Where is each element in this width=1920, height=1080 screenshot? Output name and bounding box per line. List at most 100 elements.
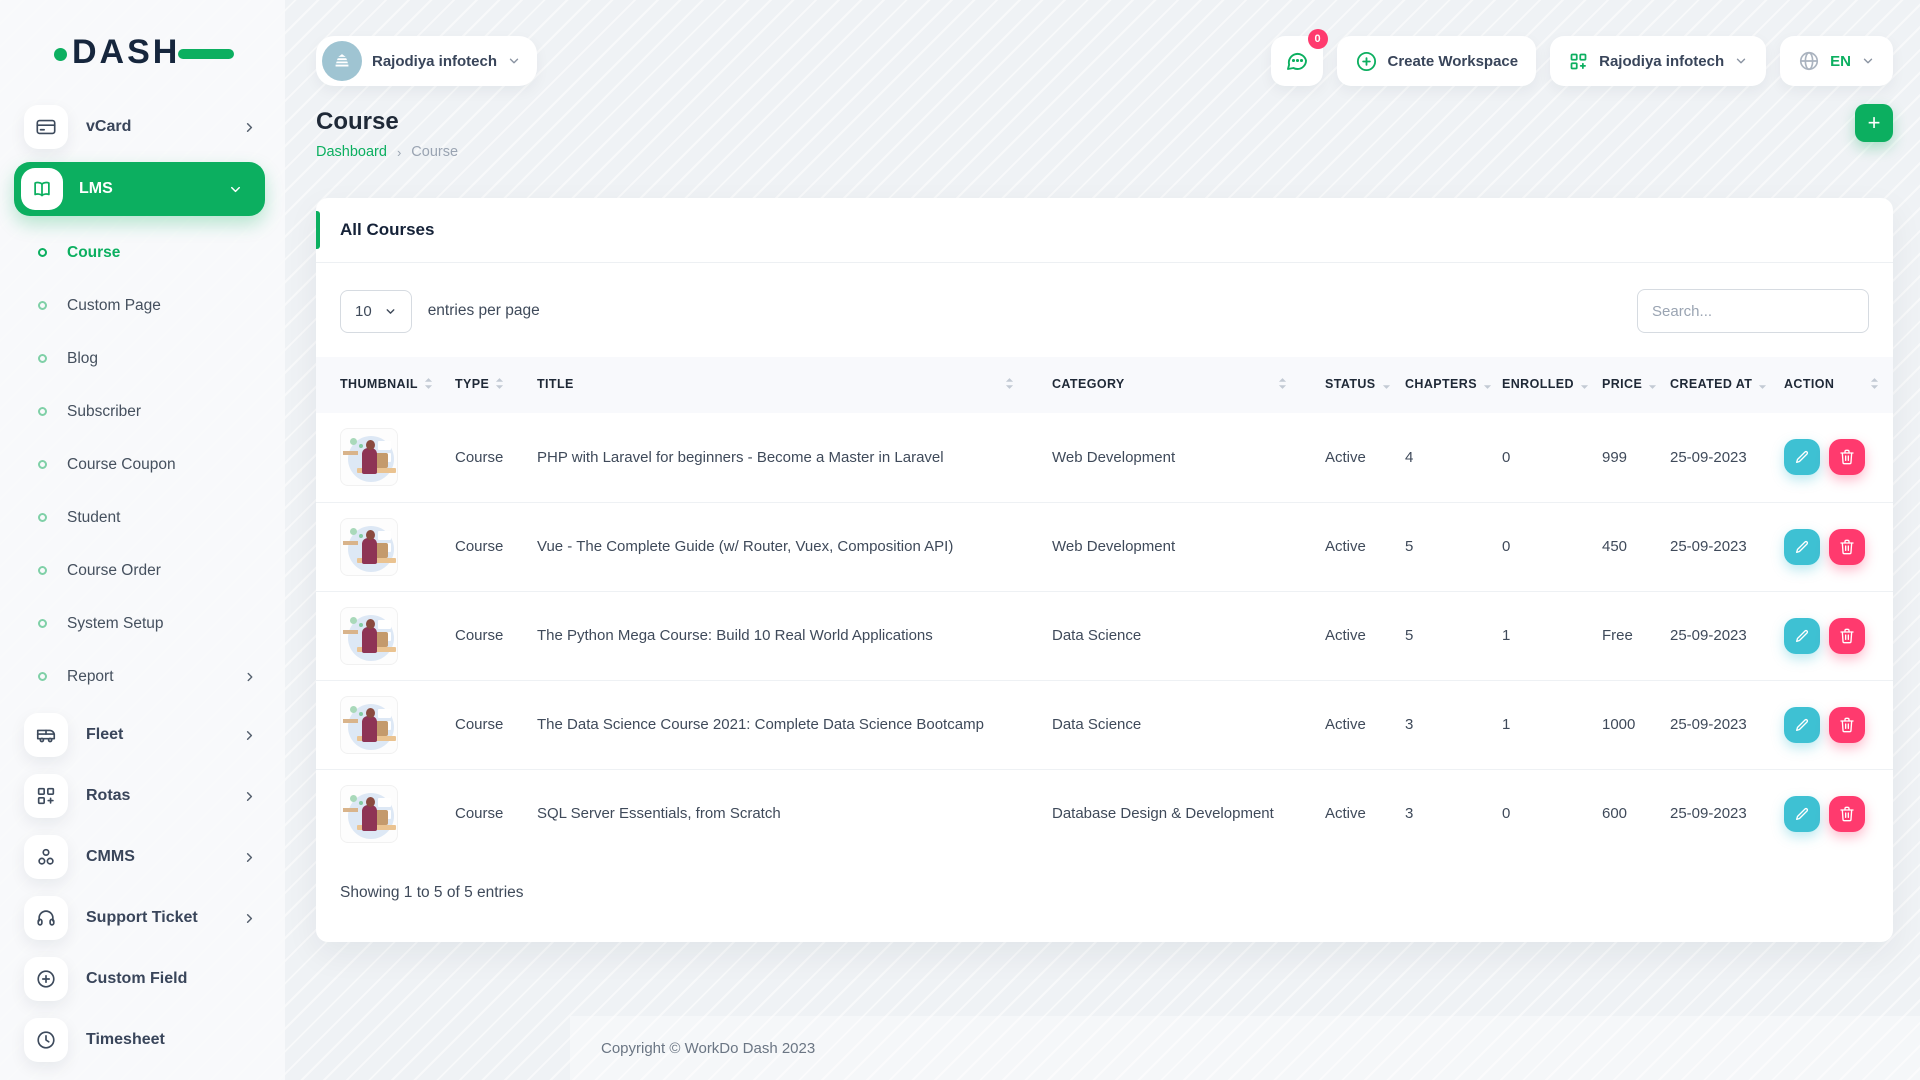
plus-circle-icon bbox=[1355, 50, 1378, 73]
sidebar-item-custom-page[interactable]: Custom Page bbox=[0, 279, 285, 332]
submenu-label: Course Coupon bbox=[67, 456, 257, 474]
delete-button[interactable] bbox=[1829, 707, 1865, 743]
sort-icon bbox=[1580, 377, 1589, 393]
sidebar-item-blog[interactable]: Blog bbox=[0, 332, 285, 385]
dash-logo[interactable]: DASH bbox=[58, 30, 228, 74]
col-type[interactable]: TYPE bbox=[431, 357, 513, 413]
sort-icon bbox=[1005, 377, 1014, 393]
col-created-at[interactable]: CREATED AT bbox=[1646, 357, 1760, 413]
cell-type: Course bbox=[431, 680, 513, 769]
sidebar-item-course-coupon[interactable]: Course Coupon bbox=[0, 438, 285, 491]
cell-category: Web Development bbox=[1028, 502, 1301, 591]
card-title: All Courses bbox=[340, 220, 434, 239]
delete-button[interactable] bbox=[1829, 439, 1865, 475]
sidebar-item-support-ticket[interactable]: Support Ticket bbox=[0, 896, 285, 940]
sort-icon bbox=[424, 377, 433, 393]
delete-button[interactable] bbox=[1829, 796, 1865, 832]
cell-enrolled: 0 bbox=[1478, 413, 1578, 502]
sidebar-item-course[interactable]: Course bbox=[0, 226, 285, 279]
sidebar-item-subscriber[interactable]: Subscriber bbox=[0, 385, 285, 438]
cell-price: 999 bbox=[1578, 413, 1646, 502]
sidebar-item-lms[interactable]: LMS bbox=[14, 162, 265, 216]
delete-button[interactable] bbox=[1829, 529, 1865, 565]
sidebar-item-report[interactable]: Report bbox=[0, 650, 285, 703]
sort-icon bbox=[495, 377, 504, 393]
sidebar-item-timesheet[interactable]: Timesheet bbox=[0, 1018, 285, 1062]
cell-created-at: 25-09-2023 bbox=[1646, 591, 1760, 680]
sort-icon bbox=[1758, 377, 1767, 393]
col-title[interactable]: TITLE bbox=[513, 357, 1028, 413]
col-status[interactable]: STATUS bbox=[1301, 357, 1381, 413]
table-row: Course PHP with Laravel for beginners - … bbox=[316, 413, 1893, 502]
sidebar-item-label: Fleet bbox=[86, 726, 224, 744]
course-thumbnail bbox=[340, 518, 398, 576]
cell-title: The Data Science Course 2021: Complete D… bbox=[513, 680, 1028, 769]
submenu-label: System Setup bbox=[67, 615, 257, 633]
breadcrumb-dashboard-link[interactable]: Dashboard bbox=[316, 144, 387, 160]
language-code: EN bbox=[1830, 53, 1851, 70]
cell-title: Vue - The Complete Guide (w/ Router, Vue… bbox=[513, 502, 1028, 591]
course-thumbnail bbox=[340, 607, 398, 665]
entries-per-page-label: entries per page bbox=[428, 302, 540, 320]
edit-button[interactable] bbox=[1784, 529, 1820, 565]
table-controls: 10 entries per page bbox=[316, 263, 1893, 357]
lms-submenu: Course Custom Page Blog Subscriber Cours… bbox=[0, 226, 285, 703]
col-enrolled[interactable]: ENROLLED bbox=[1478, 357, 1578, 413]
add-course-button[interactable]: + bbox=[1855, 104, 1893, 142]
sort-icon bbox=[1870, 377, 1879, 393]
sidebar-item-student[interactable]: Student bbox=[0, 491, 285, 544]
chevron-down-icon bbox=[384, 305, 397, 318]
breadcrumb: Dashboard › Course bbox=[316, 144, 458, 160]
col-thumbnail[interactable]: THUMBNAIL bbox=[316, 357, 431, 413]
table-row: Course The Data Science Course 2021: Com… bbox=[316, 680, 1893, 769]
bullet-icon bbox=[38, 672, 47, 681]
cell-created-at: 25-09-2023 bbox=[1646, 502, 1760, 591]
course-thumbnail bbox=[340, 428, 398, 486]
table-row: Course SQL Server Essentials, from Scrat… bbox=[316, 769, 1893, 858]
topbar-actions: 0 Create Workspace Rajodiya infotech bbox=[1271, 36, 1894, 86]
sidebar-item-course-order[interactable]: Course Order bbox=[0, 544, 285, 597]
messages-button[interactable]: 0 bbox=[1271, 36, 1323, 86]
edit-button[interactable] bbox=[1784, 796, 1820, 832]
sidebar-item-vcard[interactable]: vCard bbox=[0, 100, 285, 154]
edit-button[interactable] bbox=[1784, 707, 1820, 743]
sidebar-item-label: Rotas bbox=[86, 787, 224, 805]
sidebar-item-rotas[interactable]: Rotas bbox=[0, 774, 285, 818]
sidebar-item-custom-field[interactable]: Custom Field bbox=[0, 957, 285, 1001]
sidebar: DASH vCard LMS Course Custom Page bbox=[0, 0, 285, 1080]
page-header: Course Dashboard › Course + bbox=[285, 86, 1920, 160]
page-size-value: 10 bbox=[355, 303, 372, 320]
sidebar-item-system-setup[interactable]: System Setup bbox=[0, 597, 285, 650]
topbar: Rajodiya infotech 0 Create Workspace bbox=[285, 0, 1920, 86]
course-thumbnail bbox=[340, 785, 398, 843]
delete-button[interactable] bbox=[1829, 618, 1865, 654]
col-action[interactable]: ACTION bbox=[1760, 357, 1893, 413]
workspace-selector[interactable]: Rajodiya infotech bbox=[316, 36, 537, 86]
logo-text: DASH bbox=[58, 33, 180, 71]
page-size-select[interactable]: 10 bbox=[340, 290, 412, 333]
edit-button[interactable] bbox=[1784, 439, 1820, 475]
cell-status: Active bbox=[1301, 502, 1381, 591]
page-footer: Copyright © WorkDo Dash 2023 bbox=[570, 1016, 1920, 1080]
cell-chapters: 4 bbox=[1381, 413, 1478, 502]
company-menu[interactable]: Rajodiya infotech bbox=[1550, 36, 1766, 86]
chevron-down-icon bbox=[1861, 54, 1875, 68]
language-selector[interactable]: EN bbox=[1780, 36, 1893, 86]
cell-chapters: 5 bbox=[1381, 591, 1478, 680]
cell-category: Data Science bbox=[1028, 680, 1301, 769]
chevron-right-icon bbox=[242, 789, 257, 804]
bullet-icon bbox=[38, 407, 47, 416]
search-input[interactable] bbox=[1637, 289, 1869, 333]
cell-enrolled: 0 bbox=[1478, 502, 1578, 591]
edit-button[interactable] bbox=[1784, 618, 1820, 654]
bullet-icon bbox=[38, 566, 47, 575]
sidebar-item-fleet[interactable]: Fleet bbox=[0, 713, 285, 757]
col-chapters[interactable]: CHAPTERS bbox=[1381, 357, 1478, 413]
table-header-row: THUMBNAIL TYPE TITLE CATEGORY STATUS CHA… bbox=[316, 357, 1893, 413]
headset-icon bbox=[24, 896, 68, 940]
sidebar-item-cmms[interactable]: CMMS bbox=[0, 835, 285, 879]
col-category[interactable]: CATEGORY bbox=[1028, 357, 1301, 413]
bullet-icon bbox=[38, 248, 47, 257]
submenu-label: Report bbox=[67, 668, 223, 686]
create-workspace-button[interactable]: Create Workspace bbox=[1337, 36, 1537, 86]
